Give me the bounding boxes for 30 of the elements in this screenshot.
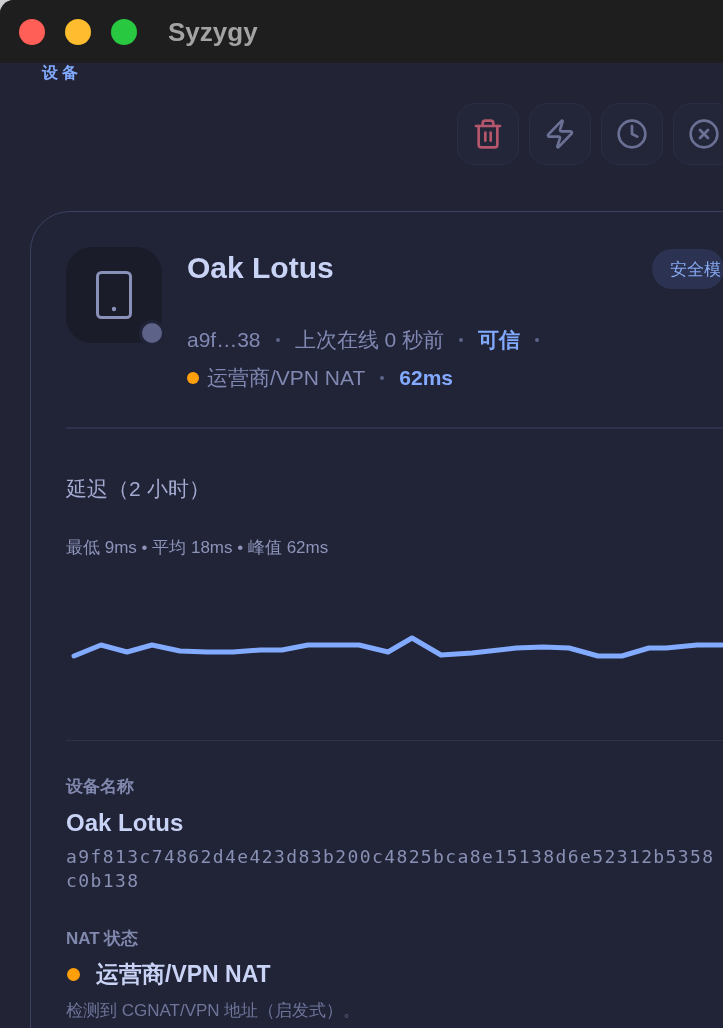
device-name: Oak Lotus [187, 250, 335, 286]
clock-icon [616, 118, 648, 150]
window-title: Syzygy [168, 15, 258, 48]
wake-button[interactable] [529, 103, 591, 165]
lightning-icon [544, 118, 576, 150]
device-name-value: Oak Lotus [66, 808, 185, 838]
device-id-hash: c0b138 [66, 869, 141, 893]
field-label: 设备名称 [66, 776, 135, 798]
trust-status: 可信 [477, 327, 520, 353]
latency-stats: 最低 9ms • 平均 18ms • 峰值 62ms [66, 536, 330, 559]
breadcrumb-link[interactable]: 设备 [42, 64, 82, 82]
close-button[interactable] [19, 18, 45, 45]
nat-status-note: 检测到 CGNAT/VPN 地址（启发式）。 [66, 1000, 362, 1022]
field-label: NAT 状态 [66, 928, 140, 950]
section-title: 延迟（2 小时） [66, 475, 211, 502]
close-icon [688, 118, 720, 150]
history-button[interactable] [601, 103, 663, 165]
mode-badge: 安全模 [651, 249, 723, 289]
trash-icon [472, 118, 504, 150]
close-button[interactable] [673, 103, 723, 165]
nat-status-value: 运营商/VPN NAT [96, 960, 271, 989]
latency-value: 62ms [399, 365, 453, 391]
device-id-hash: a9f813c74862d4e423d83b200c4825bca8e15138d6e52312b5358 [66, 845, 716, 869]
zoom-button[interactable] [111, 18, 137, 45]
device-meta: a9f…38 [187, 327, 261, 353]
tablet-icon [96, 271, 132, 319]
nat-type: 运营商/VPN NAT [207, 365, 366, 391]
delete-button[interactable] [457, 103, 519, 165]
minimize-button[interactable] [65, 18, 91, 45]
device-meta: 上次在线 0 秒前 [294, 327, 444, 353]
